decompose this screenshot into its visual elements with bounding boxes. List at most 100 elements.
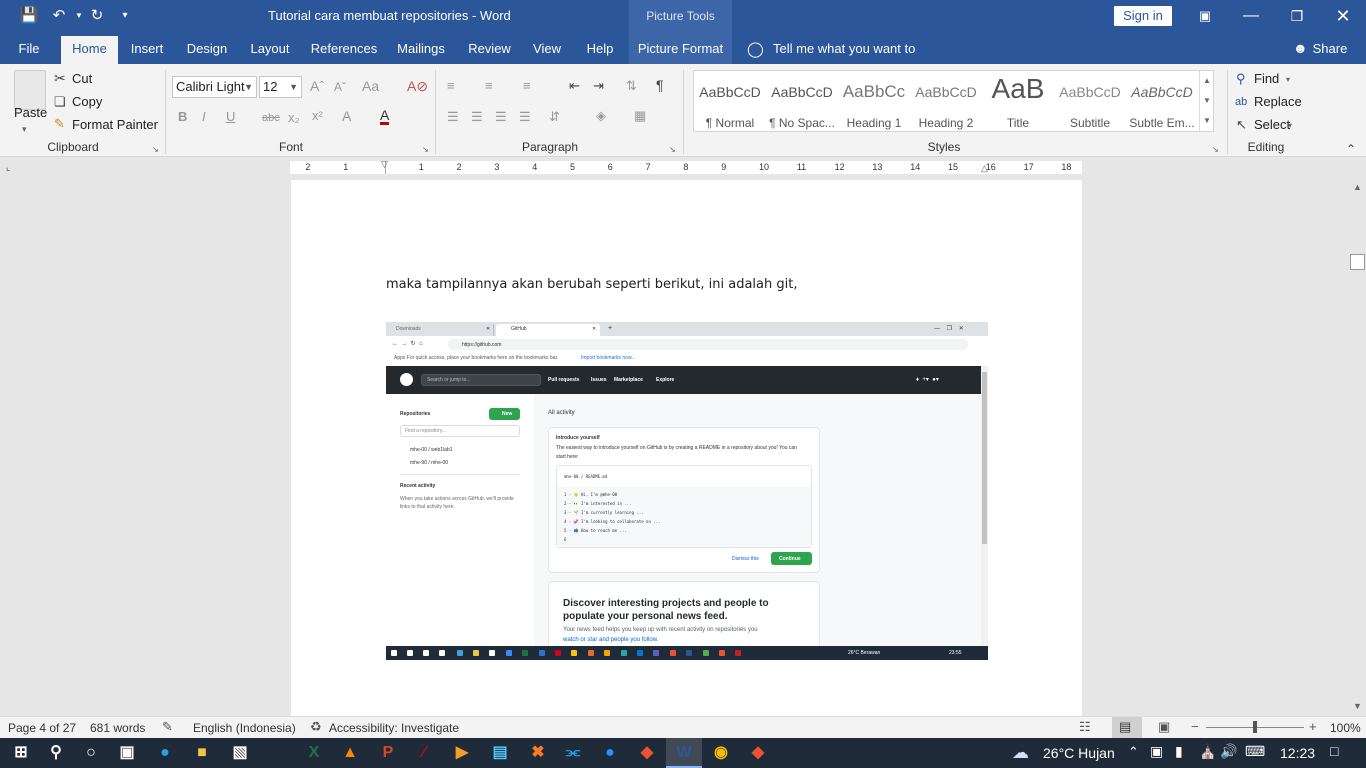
font-color-icon[interactable]: A: [380, 108, 390, 125]
italic-icon[interactable]: I: [202, 109, 206, 125]
sort-icon[interactable]: ⇅: [626, 78, 637, 94]
tab-review[interactable]: Review: [462, 32, 517, 64]
print-layout-icon[interactable]: ▤: [1119, 719, 1131, 735]
notepad-icon[interactable]: ▤: [489, 742, 511, 764]
superscript-icon[interactable]: x²: [312, 108, 323, 124]
scroll-up-icon[interactable]: ▲: [1353, 182, 1362, 192]
tab-design[interactable]: Design: [180, 32, 234, 64]
style-subtitle[interactable]: AaBbCcD Subtitle: [1054, 71, 1126, 131]
style-no-spacing[interactable]: AaBbCcD ¶ No Spac...: [766, 71, 838, 131]
notification-icon[interactable]: □: [1330, 743, 1338, 759]
share-button[interactable]: Share: [1310, 32, 1350, 64]
styles-scroll[interactable]: ▲ ▼ ▼: [1199, 71, 1214, 131]
customize-qat-icon[interactable]: ▾: [114, 6, 136, 26]
word-icon[interactable]: W: [673, 742, 695, 764]
zoom-slider-thumb[interactable]: [1253, 721, 1257, 733]
scroll-down-icon[interactable]: ▼: [1353, 701, 1362, 711]
zoom-level[interactable]: 100%: [1330, 721, 1361, 735]
align-center-icon[interactable]: ☰: [471, 109, 483, 125]
zoom-in-icon[interactable]: +: [1309, 719, 1317, 734]
embedded-github-screenshot[interactable]: Downloads ✕ GitHub ✕ + — ❐ ✕ ← → ↻ ⌂ htt…: [386, 322, 988, 660]
close-button[interactable]: ✕: [1320, 0, 1366, 32]
style-normal[interactable]: AaBbCcD ¶ Normal: [694, 71, 766, 131]
paste-dropdown-icon[interactable]: ▾: [22, 121, 27, 137]
sign-in-button[interactable]: Sign in: [1114, 6, 1172, 26]
page-count[interactable]: Page 4 of 27: [8, 721, 76, 735]
style-heading-1[interactable]: AaBbCc Heading 1: [838, 71, 910, 131]
style-heading-2[interactable]: AaBbCcD Heading 2: [910, 71, 982, 131]
vlc-icon[interactable]: ▲: [339, 742, 361, 764]
styles-launcher-icon[interactable]: ↘: [1212, 142, 1219, 158]
font-name-combo[interactable]: Calibri Light ▼: [172, 76, 257, 98]
accessibility-status[interactable]: Accessibility: Investigate: [329, 721, 459, 735]
align-right-icon[interactable]: ☰: [495, 109, 507, 125]
shrink-font-icon[interactable]: Aˇ: [334, 79, 346, 95]
tray-app-icon[interactable]: ▣: [1150, 743, 1163, 760]
taskbar-weather[interactable]: 26°C Hujan: [1043, 745, 1115, 761]
find-dropdown-icon[interactable]: ▾: [1286, 72, 1290, 88]
select-button[interactable]: Select: [1254, 117, 1290, 132]
file-explorer-icon[interactable]: ■: [191, 742, 213, 764]
format-painter-button[interactable]: Format Painter: [72, 117, 158, 132]
change-case-icon[interactable]: Aa: [362, 78, 379, 94]
collapse-ribbon-icon[interactable]: ⌃: [1346, 141, 1356, 157]
excel-icon[interactable]: X: [303, 742, 325, 764]
paste-button[interactable]: Paste: [14, 105, 47, 120]
vscode-icon[interactable]: ⫘: [562, 742, 584, 764]
grow-font-icon[interactable]: Aˆ: [310, 78, 324, 94]
web-layout-icon[interactable]: ▣: [1158, 719, 1170, 735]
borders-icon[interactable]: ▦: [634, 108, 646, 124]
git-icon[interactable]: ◆: [636, 742, 658, 764]
clipboard-launcher-icon[interactable]: ↘: [152, 142, 159, 158]
tab-selector[interactable]: ⌞: [6, 162, 17, 173]
battery-icon[interactable]: ▮: [1175, 743, 1183, 760]
scroll-thumb[interactable]: [1350, 254, 1365, 270]
read-mode-icon[interactable]: ☷: [1079, 719, 1091, 735]
tab-picture-format[interactable]: Picture Format: [629, 32, 732, 64]
underline-icon[interactable]: U: [226, 109, 235, 125]
subscript-icon[interactable]: x₂: [288, 110, 300, 126]
decrease-indent-icon[interactable]: ⇤: [569, 78, 580, 94]
media-player-icon[interactable]: ▶: [451, 742, 473, 764]
store-icon[interactable]: ▧: [229, 742, 251, 764]
line-spacing-icon[interactable]: ⇵: [549, 109, 560, 125]
copy-button[interactable]: Copy: [72, 94, 102, 109]
tell-me-search[interactable]: Tell me what you want to do: [773, 32, 933, 89]
multilevel-list-icon[interactable]: ≡: [523, 78, 531, 94]
strikethrough-icon[interactable]: abc: [262, 110, 280, 126]
weather-icon[interactable]: ☁: [1012, 743, 1029, 763]
tab-references[interactable]: References: [307, 32, 381, 64]
first-line-indent-marker[interactable]: ▽: [381, 159, 388, 170]
right-indent-marker[interactable]: △: [981, 163, 988, 174]
horizontal-ruler[interactable]: 2 1 1 2 3 4 5 6 7 8 9 10 11 12 13 14 15 16 17 18 ▽ △: [290, 159, 1082, 174]
find-button[interactable]: Find: [1254, 71, 1279, 86]
tab-help[interactable]: Help: [578, 32, 622, 64]
xampp-icon[interactable]: ✖: [527, 742, 549, 764]
save-icon[interactable]: 💾: [18, 6, 40, 26]
keyboard-icon[interactable]: ⌨: [1245, 743, 1265, 760]
replace-button[interactable]: Replace: [1254, 94, 1302, 109]
font-size-combo[interactable]: 12 ▼: [259, 76, 302, 98]
tab-view[interactable]: View: [527, 32, 567, 64]
bullets-icon[interactable]: ≡: [447, 78, 455, 94]
numbering-icon[interactable]: ≡: [485, 78, 493, 94]
minimize-button[interactable]: —: [1228, 0, 1274, 32]
cortana-icon[interactable]: ○: [80, 742, 102, 764]
zoom-icon[interactable]: ●: [599, 742, 621, 764]
maximize-button[interactable]: ❐: [1274, 0, 1320, 32]
bold-icon[interactable]: B: [178, 109, 187, 125]
style-title[interactable]: AaB Title: [982, 71, 1054, 131]
show-formatting-icon[interactable]: ¶: [656, 77, 664, 93]
chrome-icon[interactable]: ◉: [710, 742, 732, 764]
tab-layout[interactable]: Layout: [244, 32, 296, 64]
vertical-scrollbar[interactable]: ▲ ▼: [1349, 182, 1366, 716]
paste-icon[interactable]: [14, 70, 46, 110]
clear-formatting-icon[interactable]: A⊘: [407, 78, 428, 94]
align-left-icon[interactable]: ☰: [447, 109, 459, 125]
wifi-icon[interactable]: ⛪: [1199, 743, 1216, 760]
paragraph-launcher-icon[interactable]: ↘: [669, 142, 676, 158]
redo-icon[interactable]: ↻: [86, 6, 108, 26]
tab-mailings[interactable]: Mailings: [390, 32, 452, 64]
font-launcher-icon[interactable]: ↘: [422, 142, 429, 158]
edge-icon[interactable]: ●: [154, 742, 176, 764]
